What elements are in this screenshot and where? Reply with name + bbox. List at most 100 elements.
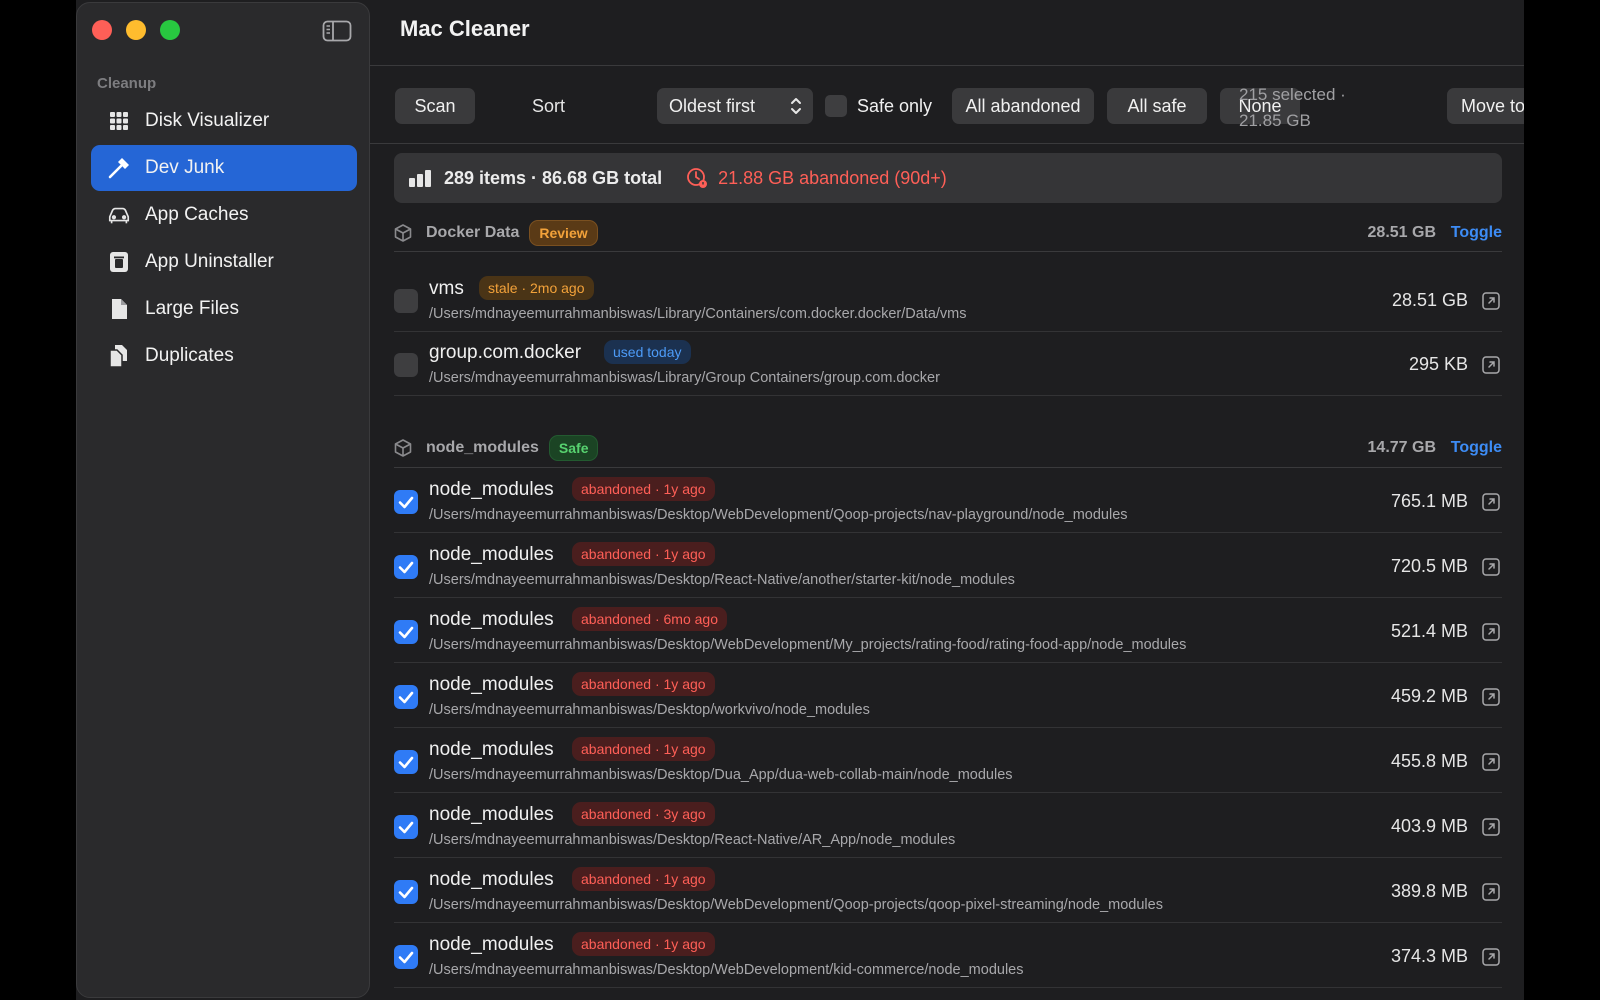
sidebar-item-app-uninstaller[interactable]: App Uninstaller bbox=[91, 239, 357, 285]
hammer-icon bbox=[107, 156, 131, 180]
summary-abandoned: 21.88 GB abandoned (90d+) bbox=[718, 167, 947, 188]
sort-select[interactable]: Oldest first bbox=[657, 88, 813, 124]
item-name: node_modules bbox=[429, 609, 554, 630]
sort-label: Sort bbox=[532, 96, 566, 116]
item-checkbox[interactable] bbox=[394, 815, 418, 839]
status-badge: Safe bbox=[548, 435, 599, 461]
sidebar-item-disk-visualizer[interactable]: Disk Visualizer bbox=[91, 98, 357, 144]
list-item[interactable]: node_modules abandoned · 1y ago /Users/m… bbox=[394, 664, 1502, 728]
sidebar: Cleanup Disk Visualizer Dev Junk App Cac… bbox=[76, 2, 370, 998]
scan-button[interactable]: Scan bbox=[395, 88, 475, 124]
select-all-safe-button[interactable]: All safe bbox=[1107, 88, 1207, 124]
minimize-window-button[interactable] bbox=[126, 20, 146, 40]
item-checkbox[interactable] bbox=[394, 353, 418, 377]
sidebar-item-dev-junk[interactable]: Dev Junk bbox=[91, 145, 357, 191]
reveal-in-finder-icon[interactable] bbox=[1482, 356, 1500, 374]
chevron-up-down-icon bbox=[789, 96, 803, 116]
page-title: Mac Cleaner bbox=[400, 16, 530, 41]
group-divider bbox=[394, 251, 1502, 252]
title-divider bbox=[370, 65, 1524, 66]
sidebar-item-duplicates[interactable]: Duplicates bbox=[91, 333, 357, 379]
group-toggle-button[interactable]: Toggle bbox=[1451, 439, 1502, 457]
item-path: /Users/mdnayeemurrahmanbiswas/Desktop/We… bbox=[429, 507, 1128, 523]
item-checkbox[interactable] bbox=[394, 880, 418, 904]
item-checkbox[interactable] bbox=[394, 685, 418, 709]
reveal-in-finder-icon[interactable] bbox=[1482, 292, 1500, 310]
main-content: Mac Cleaner Scan Sort Oldest first Safe … bbox=[370, 0, 1524, 1000]
reveal-in-finder-icon[interactable] bbox=[1482, 493, 1500, 511]
item-age-badge: abandoned · 1y ago bbox=[572, 867, 715, 891]
item-path: /Users/mdnayeemurrahmanbiswas/Library/Gr… bbox=[429, 370, 940, 386]
box-icon bbox=[394, 439, 412, 457]
item-checkbox[interactable] bbox=[394, 490, 418, 514]
list-item[interactable]: node_modules abandoned · 1y ago /Users/m… bbox=[394, 469, 1502, 533]
select-all-abandoned-button[interactable]: All abandoned bbox=[952, 88, 1094, 124]
group-size: 14.77 GB bbox=[1367, 439, 1436, 456]
list-item[interactable]: node_modules abandoned · 1y ago /Users/m… bbox=[394, 859, 1502, 923]
item-checkbox[interactable] bbox=[394, 750, 418, 774]
close-window-button[interactable] bbox=[92, 20, 112, 40]
group-size: 28.51 GB bbox=[1367, 224, 1436, 241]
reveal-in-finder-icon[interactable] bbox=[1482, 623, 1500, 641]
group-header-docker-data: Docker Data Review 28.51 GB Toggle bbox=[394, 218, 1502, 248]
item-path: /Users/mdnayeemurrahmanbiswas/Library/Co… bbox=[429, 306, 967, 322]
item-size: 521.4 MB bbox=[1390, 621, 1468, 641]
selection-size: 21.85 GB bbox=[1239, 111, 1311, 130]
summary-bar: 289 items · 86.68 GB total 21.88 GB aban… bbox=[394, 153, 1502, 203]
trash-app-icon bbox=[107, 250, 131, 274]
item-size: 28.51 GB bbox=[1391, 290, 1468, 310]
sort-select-value: Oldest first bbox=[669, 95, 756, 116]
safe-only-checkbox[interactable] bbox=[825, 95, 847, 117]
reveal-in-finder-icon[interactable] bbox=[1482, 753, 1500, 771]
sidebar-item-app-caches[interactable]: App Caches bbox=[91, 192, 357, 238]
item-age-badge: abandoned · 1y ago bbox=[572, 477, 715, 501]
move-to-trash-button[interactable]: Move to Trash bbox=[1447, 88, 1524, 124]
item-name: node_modules bbox=[429, 544, 554, 565]
reveal-in-finder-icon[interactable] bbox=[1482, 688, 1500, 706]
zoom-window-button[interactable] bbox=[160, 20, 180, 40]
group-toggle-button[interactable]: Toggle bbox=[1451, 224, 1502, 242]
car-icon bbox=[107, 203, 131, 227]
list-item[interactable]: node_modules abandoned · 1y ago /Users/m… bbox=[394, 924, 1502, 988]
sidebar-toggle-icon[interactable] bbox=[322, 20, 352, 42]
item-name: node_modules bbox=[429, 674, 554, 695]
item-checkbox[interactable] bbox=[394, 555, 418, 579]
item-path: /Users/mdnayeemurrahmanbiswas/Desktop/Re… bbox=[429, 832, 956, 848]
item-checkbox[interactable] bbox=[394, 289, 418, 313]
item-age-badge: abandoned · 1y ago bbox=[572, 672, 715, 696]
group-divider bbox=[394, 467, 1502, 468]
sidebar-item-label: App Uninstaller bbox=[145, 251, 274, 272]
item-name: node_modules bbox=[429, 934, 554, 955]
reveal-in-finder-icon[interactable] bbox=[1482, 818, 1500, 836]
item-age-badge: used today bbox=[604, 340, 691, 364]
list-item[interactable]: node_modules abandoned · 6mo ago /Users/… bbox=[394, 599, 1502, 663]
reveal-in-finder-icon[interactable] bbox=[1482, 948, 1500, 966]
list-item[interactable]: group.com.docker used today /Users/mdnay… bbox=[394, 332, 1502, 396]
grid-icon bbox=[107, 109, 131, 133]
item-size: 765.1 MB bbox=[1390, 491, 1468, 511]
item-checkbox[interactable] bbox=[394, 620, 418, 644]
safe-only-label[interactable]: Safe only bbox=[857, 96, 932, 117]
selection-count: 215 selected · bbox=[1239, 85, 1346, 104]
sidebar-item-large-files[interactable]: Large Files bbox=[91, 286, 357, 332]
item-age-badge: abandoned · 1y ago bbox=[572, 737, 715, 761]
item-path: /Users/mdnayeemurrahmanbiswas/Desktop/Re… bbox=[429, 572, 1015, 588]
list-item[interactable]: node_modules abandoned · 1y ago /Users/m… bbox=[394, 729, 1502, 793]
status-badge: Review bbox=[529, 220, 598, 246]
reveal-in-finder-icon[interactable] bbox=[1482, 558, 1500, 576]
list-item[interactable]: vms stale · 2mo ago /Users/mdnayeemurrah… bbox=[394, 268, 1502, 332]
bar-chart-icon bbox=[408, 168, 432, 188]
item-checkbox[interactable] bbox=[394, 945, 418, 969]
item-age-badge: stale · 2mo ago bbox=[479, 276, 594, 300]
app-window: Cleanup Disk Visualizer Dev Junk App Cac… bbox=[76, 0, 1524, 1000]
sidebar-item-label: Large Files bbox=[145, 298, 239, 319]
item-path: /Users/mdnayeemurrahmanbiswas/Desktop/We… bbox=[429, 897, 1163, 913]
box-icon bbox=[394, 224, 412, 242]
item-name: node_modules bbox=[429, 869, 554, 890]
sidebar-item-label: Dev Junk bbox=[145, 157, 225, 178]
list-item[interactable]: node_modules abandoned · 1y ago /Users/m… bbox=[394, 534, 1502, 598]
summary-total: 289 items · 86.68 GB total bbox=[444, 167, 663, 188]
reveal-in-finder-icon[interactable] bbox=[1482, 883, 1500, 901]
item-size: 459.2 MB bbox=[1390, 686, 1468, 706]
list-item[interactable]: node_modules abandoned · 3y ago /Users/m… bbox=[394, 794, 1502, 858]
